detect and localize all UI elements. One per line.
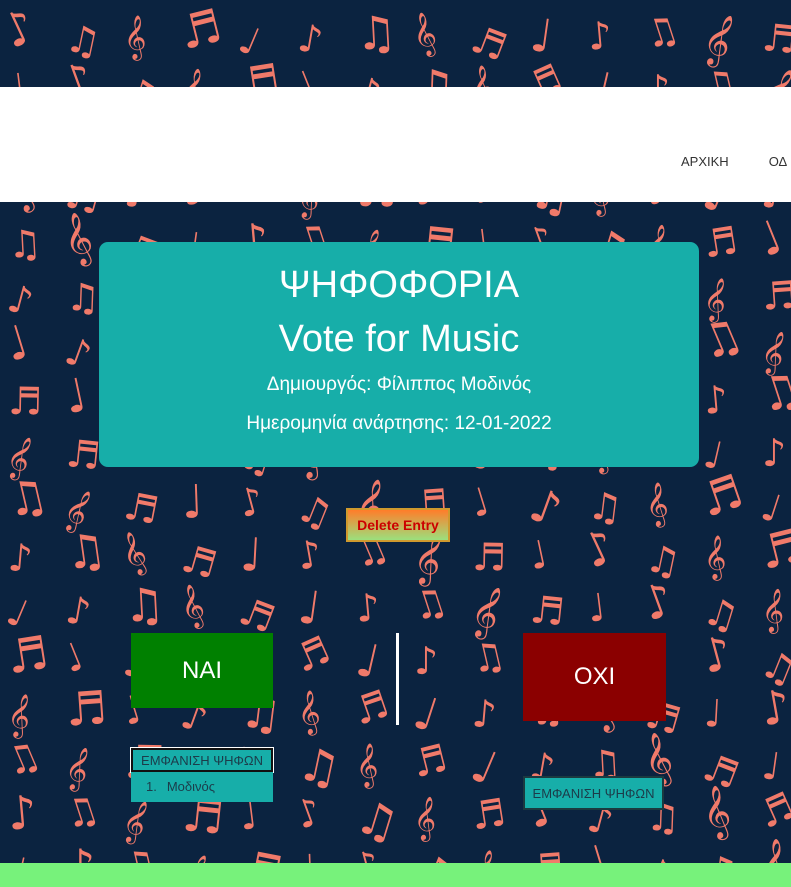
- svg-text:♩: ♩: [703, 691, 723, 736]
- svg-text:𝄞: 𝄞: [465, 581, 509, 643]
- svg-text:♬: ♬: [468, 790, 509, 839]
- svg-text:𝄞: 𝄞: [124, 15, 147, 61]
- nav-item-next[interactable]: ΟΔ: [769, 154, 788, 169]
- svg-text:♪: ♪: [470, 691, 498, 737]
- svg-text:♬: ♬: [174, 0, 227, 60]
- svg-text:♫: ♫: [0, 732, 47, 786]
- svg-text:♩: ♩: [295, 579, 324, 635]
- vote-divider: [396, 633, 399, 725]
- svg-text:♬: ♬: [408, 735, 452, 786]
- svg-text:𝄞: 𝄞: [175, 582, 209, 632]
- svg-text:♬: ♬: [3, 625, 52, 685]
- top-navigation-bar: [0, 87, 791, 202]
- svg-text:♬: ♬: [64, 431, 102, 478]
- poll-header-card: ΨΗΦΟΦΟΡΙΑ Vote for Music Δημιουργός: Φίλ…: [99, 242, 699, 467]
- svg-text:𝄞: 𝄞: [295, 689, 322, 737]
- list-item-name: Μοδινός: [166, 779, 216, 794]
- svg-text:♩: ♩: [181, 474, 205, 529]
- svg-text:♩: ♩: [527, 7, 556, 63]
- svg-text:𝄞: 𝄞: [761, 587, 787, 634]
- svg-text:♪: ♪: [523, 477, 569, 538]
- poll-creator: Δημιουργός: Φίλιππος Μοδινός: [266, 374, 532, 395]
- svg-text:♩: ♩: [750, 209, 790, 267]
- svg-text:♪: ♪: [702, 377, 730, 423]
- svg-text:𝄞: 𝄞: [117, 796, 153, 847]
- svg-text:𝄞: 𝄞: [356, 743, 379, 789]
- show-yes-votes-button[interactable]: ΕΜΦΑΝΙΣΗ ΨΗΦΩΝ: [130, 747, 274, 773]
- svg-text:♪: ♪: [762, 431, 786, 475]
- svg-text:♪: ♪: [295, 15, 327, 63]
- svg-text:♫: ♫: [638, 6, 684, 58]
- footer-bar: [0, 863, 791, 887]
- svg-text:♫: ♫: [291, 485, 339, 539]
- svg-text:♬: ♬: [177, 536, 222, 588]
- nav-item-home[interactable]: ΑΡΧΙΚΗ: [681, 154, 729, 169]
- svg-text:♫: ♫: [65, 275, 101, 320]
- svg-text:♬: ♬: [693, 463, 750, 527]
- svg-text:𝄞: 𝄞: [115, 529, 152, 580]
- svg-text:♬: ♬: [760, 273, 791, 319]
- svg-text:♫: ♫: [7, 221, 43, 267]
- svg-text:𝄞: 𝄞: [697, 9, 741, 71]
- svg-text:♫: ♫: [122, 577, 166, 633]
- svg-text:♪: ♪: [234, 478, 269, 527]
- svg-text:♩: ♩: [525, 532, 552, 579]
- svg-text:♬: ♬: [472, 535, 507, 580]
- svg-text:♪: ♪: [586, 13, 614, 59]
- svg-text:♪: ♪: [6, 535, 34, 581]
- svg-text:♪: ♪: [289, 788, 327, 838]
- svg-text:♬: ♬: [8, 379, 43, 424]
- svg-text:♫: ♫: [354, 5, 398, 61]
- svg-text:𝄞: 𝄞: [413, 795, 439, 842]
- svg-text:♪: ♪: [63, 587, 95, 635]
- svg-text:♬: ♬: [700, 218, 741, 267]
- poll-title: Vote for Music: [278, 318, 520, 360]
- vote-no-button[interactable]: ΟΧΙ: [523, 633, 666, 721]
- svg-text:♫: ♫: [61, 522, 109, 581]
- svg-text:♩: ♩: [0, 314, 35, 372]
- svg-text:♪: ♪: [294, 531, 326, 579]
- poll-date: Ημερομηνία ανάρτησης: 12-01-2022: [246, 413, 552, 434]
- svg-text:♬: ♬: [760, 15, 791, 62]
- svg-text:♬: ♬: [120, 483, 162, 533]
- delete-entry-button[interactable]: Delete Entry: [346, 508, 450, 542]
- svg-text:♩: ♩: [408, 685, 445, 743]
- svg-text:♩: ♩: [239, 527, 263, 582]
- svg-text:♫: ♫: [294, 736, 346, 797]
- svg-text:♬: ♬: [465, 17, 513, 70]
- svg-text:𝄞: 𝄞: [407, 10, 441, 60]
- svg-text:♩: ♩: [57, 634, 90, 682]
- svg-text:♪: ♪: [756, 678, 791, 736]
- svg-text:♬: ♬: [64, 680, 109, 737]
- svg-text:♪: ♪: [0, 0, 43, 59]
- vote-yes-button[interactable]: ΝΑΙ: [131, 633, 273, 708]
- svg-text:♫: ♫: [406, 578, 452, 630]
- svg-text:♬: ♬: [348, 681, 395, 734]
- svg-text:♩: ♩: [759, 743, 783, 789]
- list-item-number: 1.: [146, 779, 157, 794]
- yes-voters-list: 1. Μοδινός: [131, 772, 273, 802]
- svg-text:♫: ♫: [691, 306, 750, 372]
- svg-text:♬: ♬: [754, 518, 791, 580]
- svg-text:♬: ♬: [288, 627, 337, 681]
- svg-text:♪: ♪: [414, 639, 438, 683]
- svg-text:♫: ♫: [466, 632, 509, 683]
- svg-text:♪: ♪: [5, 785, 39, 841]
- svg-text:♩: ♩: [464, 738, 505, 796]
- svg-text:𝄞: 𝄞: [704, 535, 727, 581]
- svg-text:♩: ♩: [585, 585, 608, 631]
- svg-text:♬: ♬: [752, 783, 791, 837]
- svg-text:♫: ♫: [1, 467, 53, 529]
- poll-title-greek: ΨΗΦΟΦΟΡΙΑ: [278, 264, 520, 306]
- svg-text:♫: ♫: [58, 786, 104, 838]
- nav-menu: ΑΡΧΙΚΗ ΟΔ: [681, 154, 787, 169]
- svg-text:𝄞: 𝄞: [643, 481, 670, 529]
- svg-text:♬: ♬: [528, 587, 566, 634]
- svg-text:♩: ♩: [465, 479, 495, 526]
- show-no-votes-button[interactable]: ΕΜΦΑΝΙΣΗ ΨΗΦΩΝ: [523, 776, 664, 810]
- svg-text:♩: ♩: [59, 367, 91, 424]
- svg-text:♫: ♫: [350, 788, 405, 852]
- svg-text:♪: ♪: [354, 585, 382, 631]
